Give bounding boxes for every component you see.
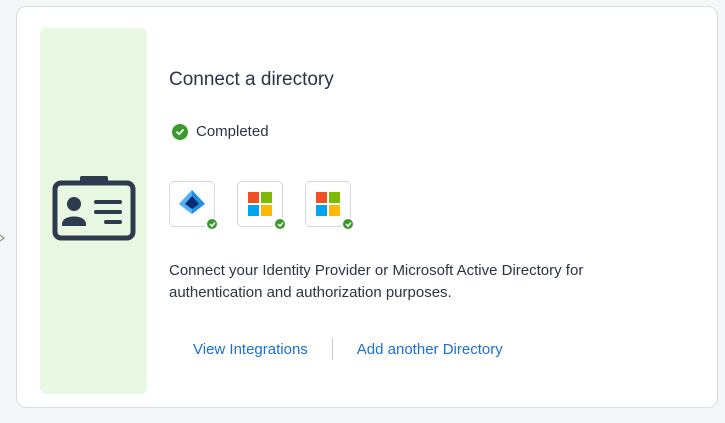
integration-logos bbox=[169, 181, 355, 231]
view-integrations-link[interactable]: View Integrations bbox=[193, 341, 308, 358]
id-card-icon bbox=[52, 174, 136, 242]
card-title: Connect a directory bbox=[169, 69, 334, 90]
connected-check-icon bbox=[273, 217, 287, 231]
card-description: Connect your Identity Provider or Micros… bbox=[169, 262, 584, 301]
card-content: Connect a directory Completed Connect yo… bbox=[169, 7, 709, 407]
microsoft-logo-tile[interactable] bbox=[237, 181, 287, 231]
microsoft-logo-icon bbox=[248, 192, 272, 216]
microsoft-logo-icon bbox=[316, 192, 340, 216]
azure-ad-logo-tile[interactable] bbox=[169, 181, 219, 231]
actions-divider bbox=[331, 338, 333, 360]
add-directory-link[interactable]: Add another Directory bbox=[357, 341, 503, 358]
status-indicator: Completed bbox=[172, 123, 269, 140]
chevron-right-icon bbox=[0, 231, 6, 243]
microsoft-logo-tile[interactable] bbox=[305, 181, 355, 231]
azure-ad-logo-icon bbox=[178, 189, 206, 220]
connected-check-icon bbox=[205, 217, 219, 231]
card-actions: View Integrations Add another Directory bbox=[193, 338, 503, 360]
status-label: Completed bbox=[196, 123, 269, 140]
check-circle-icon bbox=[172, 123, 188, 140]
connect-directory-card: Connect a directory Completed Connect yo… bbox=[16, 6, 718, 408]
connected-check-icon bbox=[341, 217, 355, 231]
card-illustration-panel bbox=[40, 28, 147, 394]
